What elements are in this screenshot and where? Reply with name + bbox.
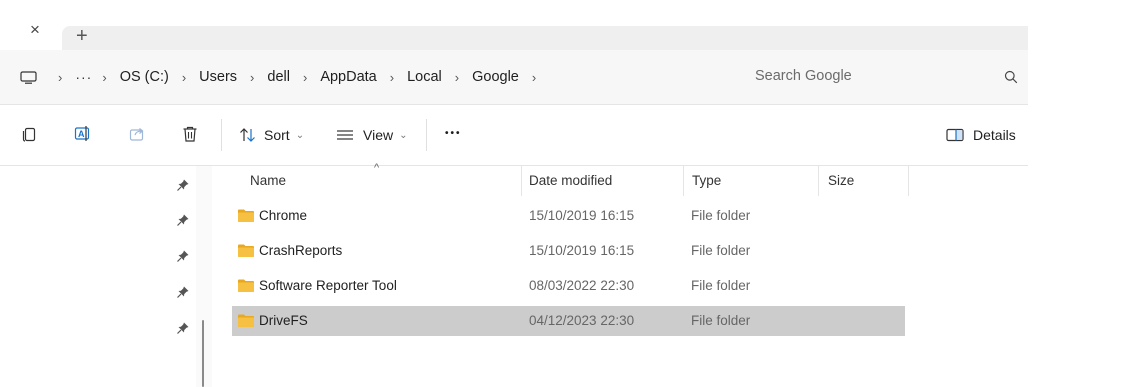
delete-icon[interactable] — [181, 125, 199, 143]
breadcrumb-separator[interactable]: › — [532, 70, 536, 85]
address-bar: › ··· › OS (C:) › Users › dell › AppData… — [0, 50, 1028, 105]
details-label: Details — [973, 127, 1016, 143]
breadcrumb-item-google[interactable]: Google — [472, 69, 519, 85]
column-divider[interactable] — [683, 166, 684, 196]
breadcrumb-separator[interactable]: › — [58, 70, 62, 85]
breadcrumb-separator[interactable]: › — [455, 70, 459, 85]
file-date-modified: 04/12/2023 22:30 — [529, 313, 635, 328]
search-box[interactable]: Search Google — [740, 58, 1028, 96]
column-divider[interactable] — [818, 166, 819, 196]
sort-icon — [240, 128, 255, 142]
new-tab-area: + — [62, 24, 1028, 50]
file-date-modified: 15/10/2019 16:15 — [529, 243, 635, 258]
breadcrumb-item-local[interactable]: Local — [407, 69, 442, 85]
tab-strip: × + — [0, 0, 1028, 50]
folder-icon — [238, 209, 254, 222]
command-bar: A Sort ⌄ View ⌄ ••• Details — [0, 105, 1028, 166]
file-name: Chrome — [259, 208, 308, 223]
column-header-date-modified[interactable]: Date modified — [529, 166, 612, 196]
sort-button[interactable]: Sort ⌄ — [238, 123, 304, 147]
view-icon — [337, 130, 353, 140]
file-date-modified: 08/03/2022 22:30 — [529, 278, 635, 293]
file-explorer-window: × + › ··· › OS (C:) › Users › dell › App… — [0, 0, 1028, 387]
breadcrumb-separator[interactable]: › — [303, 70, 307, 85]
search-icon[interactable] — [1004, 70, 1018, 84]
breadcrumb-item-dell[interactable]: dell — [267, 69, 290, 85]
svg-text:A: A — [78, 129, 85, 139]
new-tab-button[interactable]: + — [76, 24, 88, 48]
sort-ascending-icon: ^ — [374, 162, 380, 174]
table-row[interactable]: Chrome 15/10/2019 16:15 File folder — [232, 201, 905, 231]
view-label: View — [363, 127, 394, 143]
column-divider[interactable] — [521, 166, 522, 196]
folder-icon — [238, 314, 254, 327]
view-button[interactable]: View ⌄ — [336, 123, 407, 147]
copy-icon[interactable] — [20, 125, 38, 143]
breadcrumb-overflow-button[interactable]: ··· — [75, 69, 92, 85]
table-row[interactable]: CrashReports 15/10/2019 16:15 File folde… — [232, 236, 905, 266]
breadcrumb-item-os-c[interactable]: OS (C:) — [120, 69, 169, 85]
toolbar-divider — [426, 119, 427, 151]
sort-label: Sort — [264, 127, 290, 143]
search-input[interactable]: Search Google — [755, 68, 852, 84]
more-options-button[interactable]: ••• — [445, 128, 462, 139]
folder-icon — [238, 279, 254, 292]
details-pane-button[interactable]: Details — [946, 123, 1016, 147]
breadcrumb-separator[interactable]: › — [250, 70, 254, 85]
chevron-down-icon: ⌄ — [295, 129, 305, 141]
pin-icon[interactable] — [176, 285, 190, 299]
pin-icon[interactable] — [176, 213, 190, 227]
navigation-scroll-track[interactable] — [196, 166, 212, 387]
file-type: File folder — [691, 208, 751, 223]
chevron-down-icon: ⌄ — [399, 129, 408, 141]
file-type: File folder — [691, 243, 751, 258]
breadcrumb-item-users[interactable]: Users — [199, 69, 237, 85]
table-row[interactable]: Software Reporter Tool 08/03/2022 22:30 … — [232, 271, 905, 301]
file-type: File folder — [691, 278, 751, 293]
share-icon[interactable] — [128, 125, 146, 143]
file-list: ^ Name Date modified Type Size Chrome 15… — [212, 162, 1028, 387]
column-header-size[interactable]: Size — [828, 166, 854, 196]
file-name: DriveFS — [259, 313, 308, 328]
breadcrumb: › ··· › OS (C:) › Users › dell › AppData… — [20, 50, 549, 104]
column-header-type[interactable]: Type — [692, 166, 721, 196]
pin-icon[interactable] — [176, 178, 190, 192]
file-name: CrashReports — [259, 243, 343, 258]
column-divider[interactable] — [908, 166, 909, 196]
page-background — [1028, 0, 1125, 387]
breadcrumb-separator[interactable]: › — [182, 70, 186, 85]
breadcrumb-item-appdata[interactable]: AppData — [320, 69, 376, 85]
navigation-pane — [0, 166, 212, 387]
file-name: Software Reporter Tool — [259, 278, 397, 293]
table-row[interactable]: DriveFS 04/12/2023 22:30 File folder — [232, 306, 905, 336]
breadcrumb-separator: › — [102, 69, 107, 85]
column-header-name[interactable]: Name — [250, 166, 286, 196]
close-tab-button[interactable]: × — [26, 21, 44, 39]
rename-icon[interactable]: A — [74, 125, 92, 143]
folder-icon — [238, 244, 254, 257]
details-pane-icon — [946, 128, 964, 142]
pin-icon[interactable] — [176, 321, 190, 335]
file-type: File folder — [691, 313, 751, 328]
toolbar-divider — [221, 119, 222, 151]
computer-icon[interactable] — [20, 70, 37, 84]
pin-icon[interactable] — [176, 249, 190, 263]
breadcrumb-separator[interactable]: › — [390, 70, 394, 85]
navigation-scrollbar[interactable] — [202, 320, 204, 387]
file-date-modified: 15/10/2019 16:15 — [529, 208, 635, 223]
